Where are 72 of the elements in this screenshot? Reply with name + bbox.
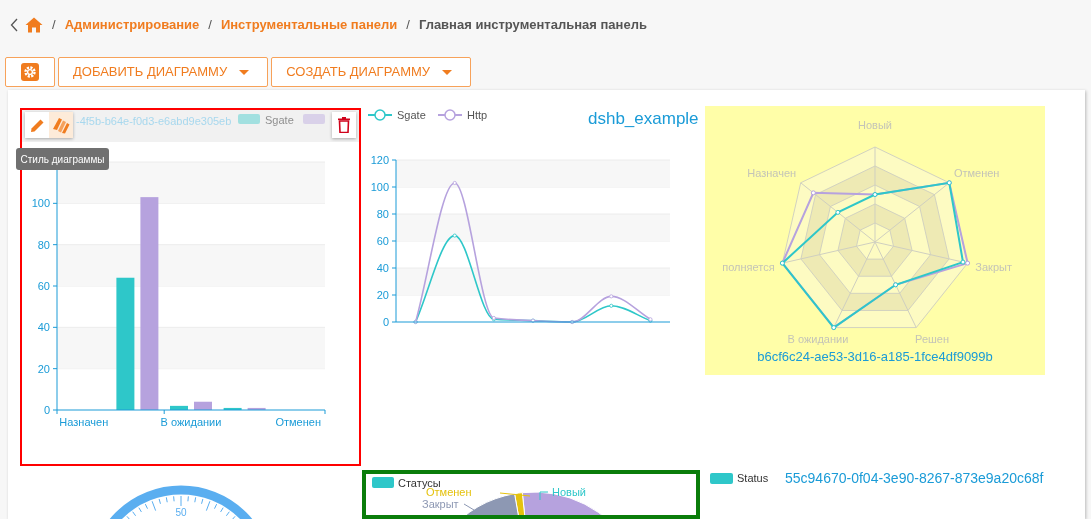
axis-label: 60 — [37, 280, 50, 292]
radar-axis-label: В ожидании — [787, 333, 849, 346]
bar[interactable] — [116, 277, 135, 410]
bar[interactable] — [223, 407, 242, 410]
radar-axis-label: Новый — [858, 118, 892, 131]
bar[interactable] — [247, 407, 266, 410]
legend-label: Status — [737, 472, 769, 484]
legend-swatch[interactable] — [710, 473, 733, 484]
legend-label: Http — [467, 109, 488, 121]
leader-line — [463, 503, 475, 511]
trash-icon — [338, 117, 350, 133]
bar[interactable] — [170, 405, 188, 410]
legend-swatch[interactable] — [372, 477, 394, 488]
bar[interactable] — [194, 401, 212, 410]
chart-widget[interactable]: Статусы Отменен Закрыт Новый — [362, 470, 700, 519]
axis-label: 100 — [370, 181, 389, 193]
dropdown-button[interactable]: ДОБАВИТЬ ДИАГРАММУ — [58, 57, 269, 87]
tooltip: Стиль диаграммы — [16, 148, 109, 170]
chart-title: 55c94670-0f04-3e90-8267-873e9a20c68f — [785, 470, 1044, 486]
bar[interactable] — [140, 197, 159, 410]
radar-axis-label: Закрыт — [975, 260, 1012, 273]
settings-icon — [21, 63, 39, 81]
legend-line-icon[interactable] — [367, 109, 393, 121]
chart-title: -4f5b-b64e-f0d3-e6abd9e305eb — [76, 115, 232, 127]
settings-button[interactable] — [5, 57, 55, 87]
axis-label: 0 — [382, 316, 389, 328]
leader-line — [539, 491, 549, 501]
axis-label: 100 — [31, 197, 50, 210]
pie-label: Отменен — [426, 486, 472, 498]
caret-icon — [442, 69, 453, 75]
axis-label: В ожидании — [160, 416, 222, 428]
axis-label: 20 — [376, 289, 389, 301]
breadcrumb-separator: / — [208, 16, 212, 35]
style-button[interactable] — [49, 112, 73, 138]
legend-label: Sgate — [265, 114, 294, 126]
legend-swatch[interactable] — [303, 114, 325, 124]
pie-label: Закрыт — [422, 498, 459, 510]
axis-label: Отменен — [275, 416, 321, 428]
axis-label: 40 — [37, 321, 50, 334]
caret-icon — [239, 69, 250, 75]
leader-line — [499, 492, 531, 497]
axis-label: 20 — [37, 362, 50, 375]
gauge-label: 50 — [175, 507, 187, 518]
breadcrumb-link[interactable]: Администрирование — [64, 15, 200, 35]
delete-button[interactable] — [332, 112, 356, 138]
axis-label: 0 — [43, 404, 50, 416]
axis-label: 40 — [376, 262, 389, 274]
legend-swatch[interactable] — [238, 114, 260, 124]
home-icon[interactable] — [25, 17, 43, 33]
dropdown-button[interactable]: СОЗДАТЬ ДИАГРАММУ — [271, 57, 472, 87]
back-icon[interactable] — [10, 18, 19, 32]
dashboard-title: dshb_example — [588, 108, 699, 130]
axis-label: Назначен — [59, 416, 109, 428]
radar-axis-label: Решен — [915, 333, 950, 346]
radar-axis-label: Назначен — [747, 166, 797, 179]
radar-axis-label: полняется — [722, 260, 775, 273]
breadcrumb-link[interactable]: Инструментальные панели — [220, 15, 398, 35]
breadcrumb-separator: / — [52, 16, 56, 35]
axis-label: 80 — [376, 208, 389, 220]
radar-axis-label: Отменен — [953, 166, 1000, 179]
axis-label: 80 — [37, 238, 50, 251]
legend-label: Статусы — [398, 477, 441, 489]
chart-title: b6cf6c24-ae53-3d16-a185-1fce4df9099b — [757, 349, 993, 364]
legend-line-icon[interactable] — [437, 109, 463, 121]
axis-label: 60 — [376, 235, 389, 247]
pencil-icon — [29, 117, 45, 133]
palette-icon — [52, 116, 70, 134]
pie-label: Новый — [552, 486, 586, 498]
breadcrumb-separator: / — [406, 16, 410, 35]
axis-label: 120 — [370, 154, 389, 166]
legend-label: Sgate — [397, 109, 426, 121]
breadcrumb-current: Главная инструментальная панель — [418, 16, 647, 35]
